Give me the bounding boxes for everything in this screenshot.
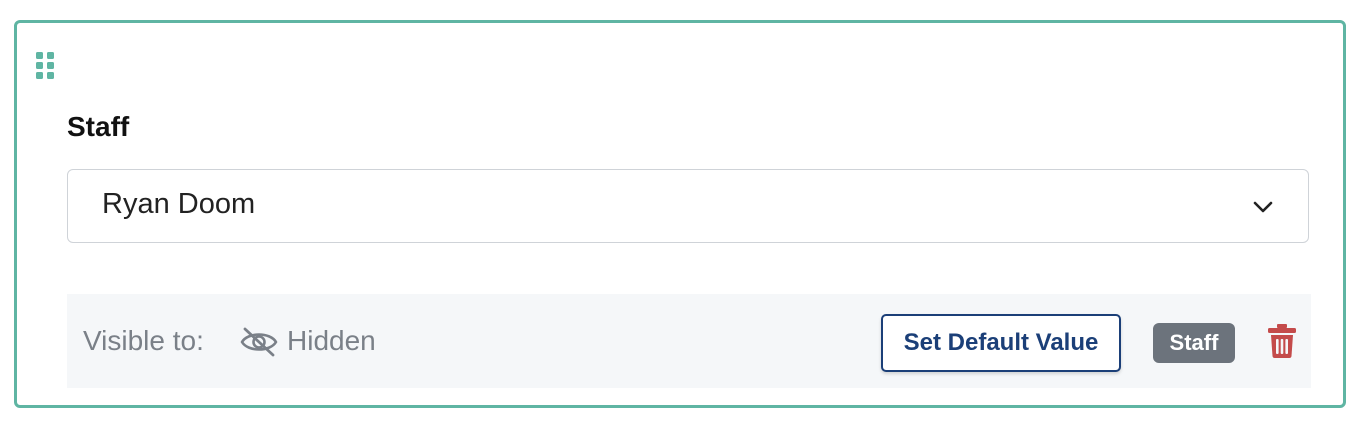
select-value: Ryan Doom: [102, 188, 256, 220]
set-default-value-button[interactable]: Set Default Value: [881, 314, 1121, 372]
trash-icon[interactable]: [1267, 323, 1297, 359]
eye-slash-icon: [239, 326, 279, 358]
chevron-down-icon: [1252, 196, 1274, 218]
staff-select[interactable]: Ryan Doom: [67, 169, 1309, 243]
role-badge: Staff: [1153, 323, 1235, 363]
drag-handle-icon[interactable]: [35, 51, 57, 81]
visible-to-label: Visible to:: [83, 325, 204, 356]
form-field-card: Staff Ryan Doom Visible to: Hidden Set D…: [14, 20, 1346, 408]
visibility-value: Hidden: [287, 325, 376, 356]
field-label: Staff: [67, 111, 130, 142]
field-footer: Visible to: Hidden Set Default Value Sta…: [67, 294, 1311, 388]
